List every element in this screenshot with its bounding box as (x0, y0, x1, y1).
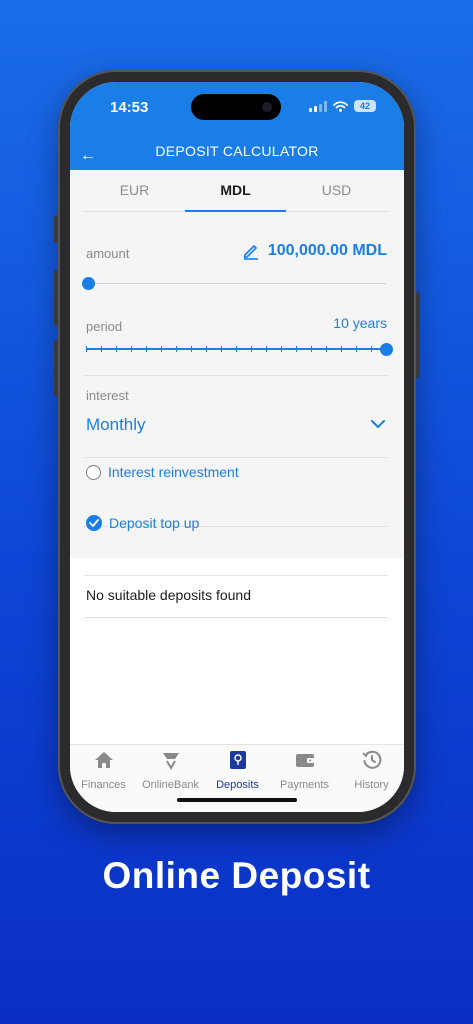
period-tick (371, 346, 372, 352)
result-bottom-divider (84, 617, 388, 618)
period-tick (101, 346, 102, 352)
deposit-top-up-label: Deposit top up (109, 515, 200, 531)
tab-mdl[interactable]: MDL (185, 170, 286, 211)
tab-payments[interactable]: Payments (271, 749, 338, 791)
period-tick (116, 346, 117, 352)
tab-finances[interactable]: Finances (70, 749, 137, 791)
home-icon (94, 752, 113, 768)
deposit-top-up-option[interactable]: Deposit top up (86, 515, 199, 531)
tab-usd[interactable]: USD (286, 170, 387, 211)
deposit-safe-icon (229, 751, 246, 769)
period-tick (251, 346, 252, 352)
amount-slider-track[interactable] (88, 283, 386, 284)
period-tick (131, 346, 132, 352)
wifi-icon (333, 100, 348, 112)
tab-history[interactable]: History (338, 749, 404, 791)
dynamic-island (191, 94, 281, 120)
deposit-calculator-panel: EUR MDL USD amount 100,000.00 MDL period… (70, 170, 404, 558)
tab-deposits[interactable]: Deposits (204, 749, 271, 791)
unchecked-radio-icon (86, 464, 101, 480)
home-indicator[interactable] (177, 798, 297, 802)
period-tick (161, 346, 162, 352)
currency-tabs: EUR MDL USD (84, 170, 388, 212)
interest-select[interactable]: Monthly (86, 415, 146, 435)
no-deposits-message: No suitable deposits found (86, 587, 251, 603)
app-screen: 14:53 42 ← DEPOSIT CALCULATOR EUR MDL US… (70, 82, 404, 812)
cellular-signal-icon (309, 100, 327, 112)
period-tick (86, 346, 87, 352)
active-tab-indicator (185, 210, 286, 212)
tab-onlinebank[interactable]: OnlineBank (137, 749, 204, 791)
promo-headline: Online Deposit (102, 855, 371, 896)
interest-label: interest (86, 388, 129, 403)
period-tick (356, 346, 357, 352)
interest-divider (84, 457, 388, 458)
app-header: 14:53 42 ← DEPOSIT CALCULATOR (70, 82, 404, 170)
period-tick (176, 346, 177, 352)
amount-value[interactable]: 100,000.00 MDL (242, 242, 387, 260)
period-divider (84, 375, 388, 376)
interest-reinvestment-label: Interest reinvestment (108, 464, 239, 480)
period-value: 10 years (333, 315, 387, 331)
tab-onlinebank-label: OnlineBank (142, 779, 199, 791)
result-top-divider (84, 575, 388, 576)
chevron-down-icon[interactable] (370, 419, 386, 429)
page-title: DEPOSIT CALCULATOR (155, 143, 319, 159)
period-tick (341, 346, 342, 352)
period-tick (311, 346, 312, 352)
period-tick (221, 346, 222, 352)
volume-up-button (54, 270, 58, 326)
period-label: period (86, 319, 123, 334)
phone-frame: 14:53 42 ← DEPOSIT CALCULATOR EUR MDL US… (54, 70, 420, 824)
status-icons: 42 (309, 100, 376, 112)
history-icon (361, 750, 381, 769)
mute-switch (54, 215, 58, 243)
period-slider-thumb[interactable] (379, 343, 393, 356)
amount-label: amount (86, 246, 130, 261)
period-tick (206, 346, 207, 352)
tab-finances-label: Finances (81, 779, 126, 791)
onlinebank-icon (162, 753, 179, 770)
period-tick (326, 346, 327, 352)
amount-text: 100,000.00 MDL (267, 242, 387, 259)
tab-eur[interactable]: EUR (84, 170, 185, 211)
pencil-icon (243, 245, 258, 260)
tab-history-label: History (354, 779, 389, 791)
period-tick (296, 346, 297, 352)
battery-icon: 42 (354, 100, 376, 112)
amount-slider-thumb[interactable] (81, 277, 95, 290)
period-tick (281, 346, 282, 352)
wallet-icon (295, 754, 314, 767)
tab-deposits-label: Deposits (216, 779, 259, 791)
checked-circle-icon (86, 515, 102, 531)
interest-reinvestment-option[interactable]: Interest reinvestment (86, 464, 239, 480)
tab-payments-label: Payments (280, 779, 329, 791)
status-time: 14:53 (110, 99, 149, 116)
power-button (416, 292, 420, 378)
period-tick (146, 346, 147, 352)
period-tick (191, 346, 192, 352)
period-tick (266, 346, 267, 352)
period-tick (236, 346, 237, 352)
volume-down-button (54, 340, 58, 396)
